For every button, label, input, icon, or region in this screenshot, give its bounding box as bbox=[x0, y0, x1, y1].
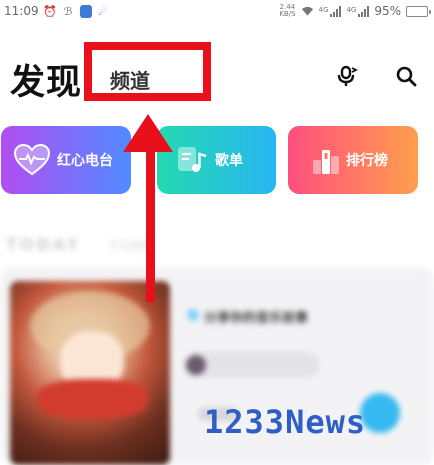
category-label: 排行榜 bbox=[346, 153, 388, 169]
category-label: 歌单 bbox=[215, 153, 243, 169]
status-bar: 11:09 ⏰ ℬ ☄ 2.44 KB/S 4G 4G 95% bbox=[0, 0, 434, 22]
watermark: 1233News bbox=[204, 403, 367, 441]
net-speed-unit: KB/S bbox=[279, 10, 296, 18]
network-type-2: 4G bbox=[346, 6, 357, 14]
status-right: 2.44 KB/S 4G 4G 95% bbox=[279, 4, 431, 18]
feed-cover-image[interactable] bbox=[10, 281, 170, 465]
section-title: TODAY bbox=[6, 235, 82, 254]
net-speed: 2.44 KB/S bbox=[279, 4, 295, 18]
avatar bbox=[186, 355, 206, 375]
page-title: 发现 bbox=[10, 63, 83, 103]
status-left: 11:09 ⏰ ℬ ☄ bbox=[4, 4, 110, 18]
search-icon[interactable] bbox=[393, 63, 419, 89]
signal-icon bbox=[330, 5, 342, 17]
highlight-box bbox=[84, 42, 211, 101]
heart-radio-icon bbox=[13, 141, 51, 179]
category-ranking[interactable]: 排行榜 bbox=[288, 126, 418, 194]
ranking-icon bbox=[312, 143, 340, 177]
qq-icon: ☄ bbox=[98, 4, 109, 18]
section-subtitle: 今日推荐 bbox=[108, 239, 152, 252]
cover-shape bbox=[38, 379, 148, 419]
wifi-icon bbox=[301, 5, 314, 18]
feed-dot-icon bbox=[187, 309, 199, 321]
feed-item-title[interactable]: 分享你的音乐故事 bbox=[204, 307, 308, 326]
network-type-1: 4G bbox=[318, 6, 329, 14]
mic-icon[interactable] bbox=[334, 63, 360, 89]
alarm-icon: ⏰ bbox=[43, 4, 57, 18]
battery-percent: 95% bbox=[374, 4, 401, 18]
status-time: 11:09 bbox=[4, 4, 39, 18]
bluetooth-icon: ℬ bbox=[63, 4, 73, 18]
playlist-icon bbox=[175, 143, 209, 177]
category-label: 红心电台 bbox=[57, 153, 113, 169]
battery-icon bbox=[406, 5, 431, 17]
category-playlist[interactable]: 歌单 bbox=[157, 126, 276, 194]
shield-icon bbox=[79, 4, 92, 18]
category-heart-radio[interactable]: 红心电台 bbox=[1, 126, 131, 194]
signal-icon bbox=[358, 5, 370, 17]
